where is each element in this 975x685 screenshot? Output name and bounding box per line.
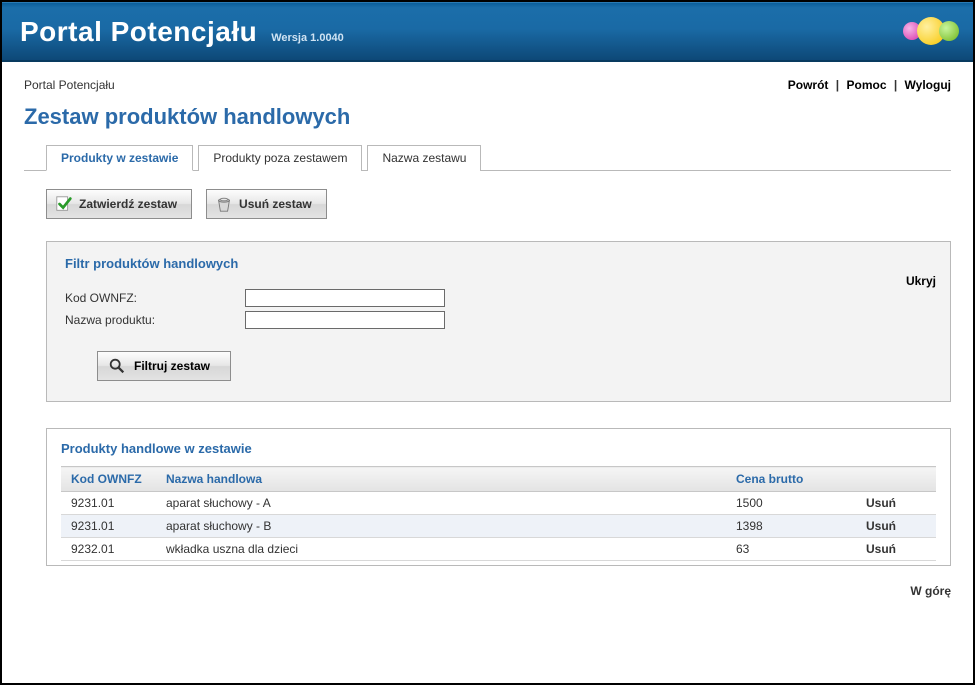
tabs: Produkty w zestawie Produkty poza zestaw… <box>24 144 951 171</box>
products-table: Kod OWNFZ Nazwa handlowa Cena brutto 923… <box>61 466 936 561</box>
products-table-panel: Produkty handlowe w zestawie Kod OWNFZ N… <box>46 428 951 566</box>
tab-set-name[interactable]: Nazwa zestawu <box>367 145 481 171</box>
app-header: Portal Potencjału Wersja 1.0040 <box>2 2 973 62</box>
cell-nazwa: aparat słuchowy - A <box>156 492 726 515</box>
row-delete-link[interactable]: Usuń <box>856 492 936 515</box>
tab-products-in-set[interactable]: Produkty w zestawie <box>46 145 193 171</box>
approve-set-button[interactable]: Zatwierdź zestaw <box>46 189 192 219</box>
delete-set-label: Usuń zestaw <box>239 197 312 211</box>
filter-title: Filtr produktów handlowych <box>65 256 932 271</box>
col-header-nazwa[interactable]: Nazwa handlowa <box>156 467 726 492</box>
tab-products-out-of-set[interactable]: Produkty poza zestawem <box>198 145 362 171</box>
filter-button-label: Filtruj zestaw <box>134 359 210 373</box>
separator: | <box>894 78 897 92</box>
filter-panel: Filtr produktów handlowych Ukryj Kod OWN… <box>46 241 951 402</box>
page-title: Zestaw produktów handlowych <box>2 96 973 144</box>
cell-kod: 9231.01 <box>61 515 156 538</box>
approve-set-label: Zatwierdź zestaw <box>79 197 177 211</box>
col-header-action <box>856 467 936 492</box>
cell-nazwa: aparat słuchowy - B <box>156 515 726 538</box>
cell-nazwa: wkładka uszna dla dzieci <box>156 538 726 561</box>
table-row: 9232.01 wkładka uszna dla dzieci 63 Usuń <box>61 538 936 561</box>
trash-icon <box>215 195 233 213</box>
breadcrumb: Portal Potencjału <box>24 78 115 92</box>
back-link[interactable]: Powrót <box>788 78 829 92</box>
cell-cena: 1500 <box>726 492 856 515</box>
nazwa-input[interactable] <box>245 311 445 329</box>
nazwa-label: Nazwa produktu: <box>65 313 245 327</box>
hide-filter-link[interactable]: Ukryj <box>906 274 936 288</box>
table-row: 9231.01 aparat słuchowy - B 1398 Usuń <box>61 515 936 538</box>
logout-link[interactable]: Wyloguj <box>905 78 951 92</box>
logo-icon <box>939 21 959 41</box>
search-icon <box>108 357 126 375</box>
col-header-cena[interactable]: Cena brutto <box>726 467 856 492</box>
cell-kod: 9231.01 <box>61 492 156 515</box>
cell-cena: 63 <box>726 538 856 561</box>
cell-kod: 9232.01 <box>61 538 156 561</box>
row-delete-link[interactable]: Usuń <box>856 515 936 538</box>
products-table-title: Produkty handlowe w zestawie <box>61 441 936 456</box>
check-icon <box>55 195 73 213</box>
scroll-top-link[interactable]: W górę <box>910 584 951 598</box>
row-delete-link[interactable]: Usuń <box>856 538 936 561</box>
help-link[interactable]: Pomoc <box>846 78 886 92</box>
col-header-kod[interactable]: Kod OWNFZ <box>61 467 156 492</box>
app-title: Portal Potencjału <box>20 16 257 48</box>
filter-button[interactable]: Filtruj zestaw <box>97 351 231 381</box>
table-row: 9231.01 aparat słuchowy - A 1500 Usuń <box>61 492 936 515</box>
kod-label: Kod OWNFZ: <box>65 291 245 305</box>
kod-input[interactable] <box>245 289 445 307</box>
app-version: Wersja 1.0040 <box>271 32 344 44</box>
delete-set-button[interactable]: Usuń zestaw <box>206 189 327 219</box>
separator: | <box>836 78 839 92</box>
cell-cena: 1398 <box>726 515 856 538</box>
app-logo <box>903 17 959 45</box>
